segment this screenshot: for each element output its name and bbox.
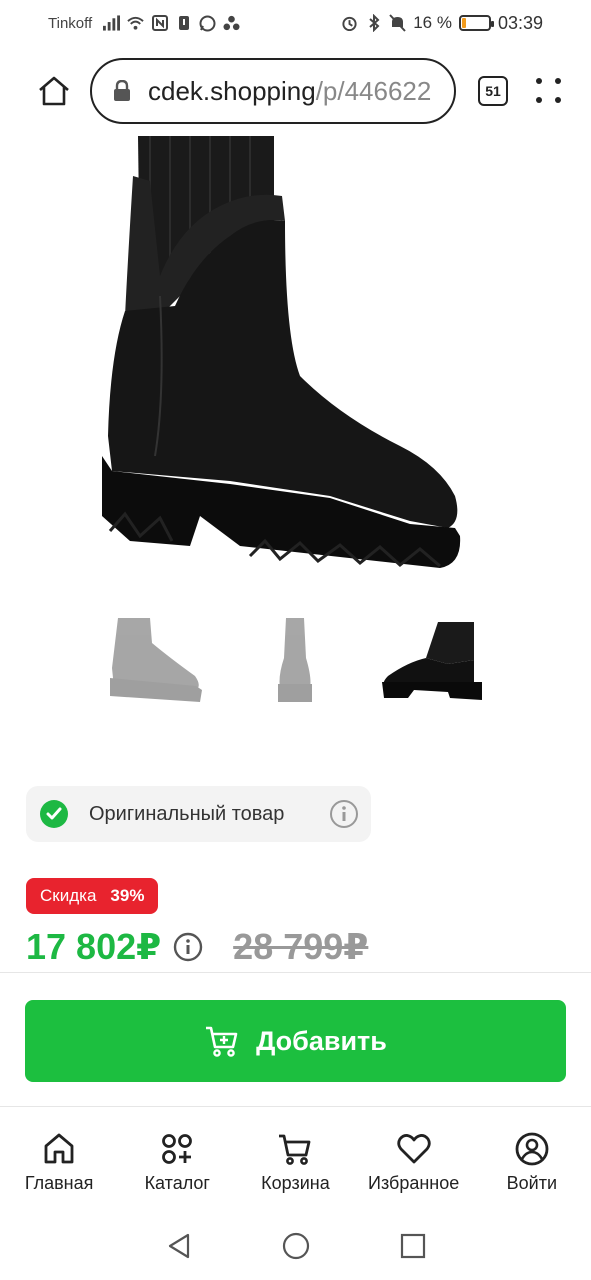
thumbnail-boot-side — [110, 618, 202, 702]
catalog-icon — [162, 1134, 193, 1164]
whatsapp-icon — [199, 15, 216, 32]
bluetooth-icon — [365, 14, 382, 32]
status-right: 16 % 03:39 — [341, 13, 543, 34]
discount-badge: Скидка 39% — [26, 878, 159, 914]
product-main-image[interactable] — [0, 136, 591, 576]
add-to-cart-button[interactable]: Добавить — [25, 1000, 566, 1082]
nav-item-cart[interactable]: Корзина — [240, 1131, 350, 1194]
home-icon — [44, 1133, 74, 1164]
battery-percent: 16 % — [413, 13, 452, 32]
nav-label-cart: Корзина — [261, 1173, 330, 1193]
nav-label-home: Главная — [24, 1173, 94, 1193]
nav-item-login[interactable]: Войти — [477, 1131, 587, 1194]
status-left: Tinkoff — [48, 15, 240, 32]
browser-home-button[interactable] — [34, 71, 74, 111]
original-product-label: Оригинальный товар — [89, 802, 285, 825]
status-bar: Tinkoff 16 % 03:39 — [0, 0, 591, 46]
thumbnail-1[interactable] — [100, 598, 220, 708]
home-circle-icon[interactable] — [281, 1231, 311, 1261]
price-row: 17 802₽ 28 799₽ — [26, 924, 368, 970]
boot-image — [102, 136, 461, 568]
thumbnail-boot-front — [278, 618, 312, 702]
battery-level — [461, 18, 467, 28]
old-price: 28 799₽ — [233, 926, 369, 967]
original-product-badge: Оригинальный товар — [26, 786, 371, 842]
heart-icon — [396, 1134, 431, 1164]
tabs-count-button[interactable]: 51 — [478, 76, 508, 106]
browser-toolbar: cdek.shopping/p/446622 51 — [0, 46, 591, 136]
mute-icon — [389, 14, 406, 32]
recents-square-icon[interactable] — [398, 1231, 428, 1261]
price-info-icon[interactable] — [173, 932, 203, 962]
nav-label-favorites: Избранное — [368, 1173, 460, 1193]
sim-icon — [175, 15, 192, 32]
apps-icon — [223, 15, 240, 32]
menu-dot — [536, 97, 542, 103]
check-circle-icon — [40, 800, 68, 828]
add-to-cart-label: Добавить — [256, 1025, 387, 1056]
nav-item-favorites[interactable]: Избранное — [359, 1131, 469, 1194]
cart-plus-icon — [206, 1026, 238, 1057]
nav-item-home[interactable]: Главная — [4, 1131, 114, 1194]
system-navigation-bar — [0, 1212, 591, 1280]
back-triangle-icon[interactable] — [164, 1231, 194, 1261]
battery-icon — [458, 15, 494, 31]
browser-menu-button[interactable] — [536, 78, 562, 104]
lock-icon — [114, 80, 130, 101]
menu-dot — [536, 78, 542, 84]
nav-label-catalog: Каталог — [144, 1173, 210, 1193]
nav-item-catalog[interactable]: Каталог — [122, 1131, 232, 1194]
current-price: 17 802₽ — [26, 926, 162, 967]
wifi-icon — [127, 15, 144, 32]
nav-label-login: Войти — [506, 1173, 558, 1193]
url-path: /p/446622 — [315, 75, 432, 106]
url-host: cdek.shopping — [148, 75, 316, 106]
thumbnail-boot-angle — [382, 622, 482, 700]
info-icon[interactable] — [329, 799, 359, 829]
thumbnail-2[interactable] — [240, 598, 360, 708]
home-outline-icon — [39, 76, 69, 106]
discount-label: Скидка — [40, 886, 97, 905]
bottom-navigation: Главная Каталог Корзина Избранное Войти — [0, 1106, 591, 1212]
nfc-icon — [151, 15, 168, 32]
address-bar[interactable]: cdek.shopping/p/446622 — [90, 58, 456, 124]
discount-percent: 39% — [110, 886, 145, 905]
user-icon — [515, 1132, 549, 1166]
clock: 03:39 — [497, 12, 543, 33]
carrier-name: Tinkoff — [48, 14, 93, 32]
menu-dot — [555, 78, 561, 84]
thumbnail-strip — [0, 598, 591, 718]
add-to-cart-bar: Добавить — [0, 972, 591, 1106]
signal-icon — [103, 15, 121, 32]
menu-dot — [555, 97, 561, 103]
cart-icon — [279, 1134, 311, 1165]
thumbnail-3-selected[interactable] — [378, 598, 498, 708]
alarm-icon — [341, 15, 358, 32]
